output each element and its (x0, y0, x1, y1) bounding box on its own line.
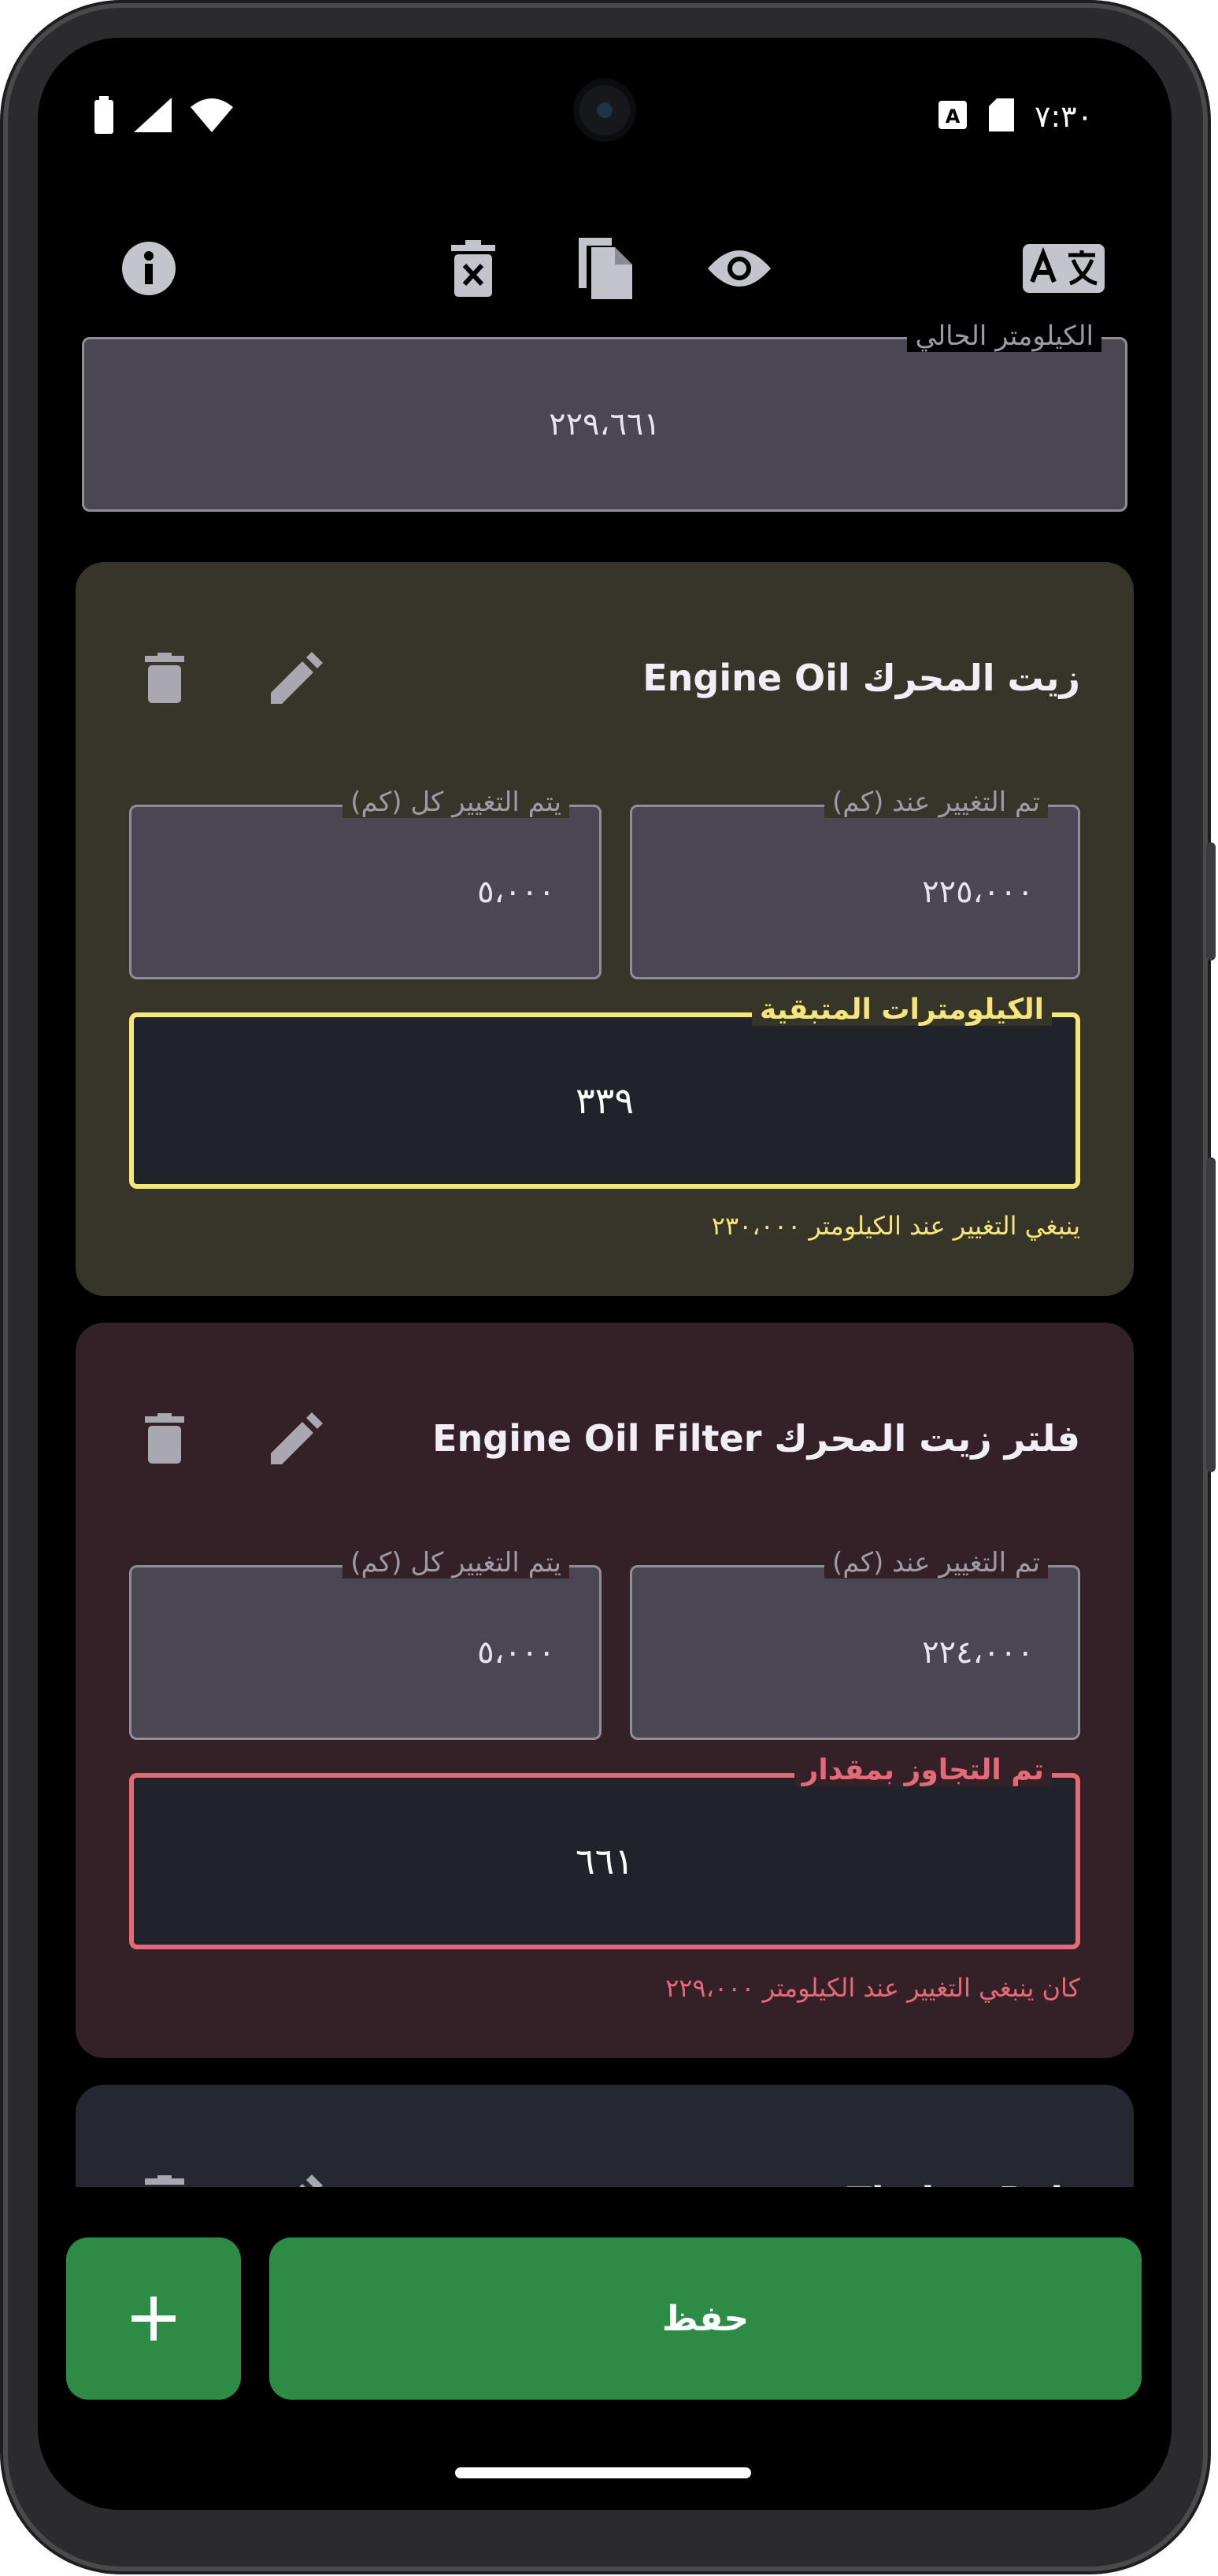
translate-icon (1023, 244, 1105, 293)
edit-item-button[interactable] (261, 1403, 332, 1474)
item-title: Engine Oil زيت المحرك (642, 657, 1080, 699)
battery-icon (93, 96, 115, 137)
info-icon (122, 242, 176, 295)
sd-card-icon (988, 98, 1014, 135)
translate-button[interactable] (1020, 233, 1107, 304)
volume-button (1206, 1157, 1216, 1472)
maintenance-card-engine-oil: Engine Oil زيت المحرك تم التغيير عند (كم… (76, 562, 1134, 1296)
remaining-km-value: ٣٣٩ (575, 1079, 635, 1122)
eye-icon (708, 250, 771, 287)
front-camera (573, 79, 636, 142)
due-note: ينبغي التغيير عند الكيلومتر ٢٣٠،٠٠٠ (711, 1211, 1080, 1241)
preview-button[interactable] (704, 233, 775, 304)
status-icons-left (93, 93, 233, 140)
save-button[interactable]: حفظ (269, 2237, 1142, 2400)
item-title: Timing Belt (846, 2179, 1080, 2187)
wifi-icon (191, 98, 233, 135)
maintenance-card-partial: Timing Belt (76, 2085, 1134, 2187)
copy-icon (579, 238, 632, 299)
delete-all-button[interactable] (438, 233, 509, 304)
interval-field[interactable]: يتم التغيير كل (كم) ٥،٠٠٠ (129, 786, 602, 979)
power-button (1206, 842, 1216, 960)
accessibility-a-icon: A (937, 99, 968, 134)
maintenance-card-engine-oil-filter: Engine Oil Filter فلتر زيت المحرك تم الت… (76, 1323, 1134, 2058)
list-clip: Timing Belt (38, 2085, 1172, 2187)
add-item-button[interactable] (66, 2237, 241, 2400)
item-title: Engine Oil Filter فلتر زيت المحرك (432, 1417, 1080, 1460)
delete-x-icon (451, 240, 495, 297)
pencil-icon (271, 1412, 323, 1464)
current-odometer-field[interactable]: الكيلومتر الحالي ٢٢٩،٦٦١ (82, 320, 1127, 512)
status-icons-right: A ٧:٣٠ (937, 93, 1093, 140)
pencil-icon (271, 652, 323, 704)
edit-item-button[interactable] (261, 642, 332, 713)
copy-button[interactable] (570, 233, 641, 304)
delete-item-button[interactable] (129, 642, 200, 713)
changed-at-value: ٢٢٤،٠٠٠ (922, 1634, 1034, 1671)
status-time: ٧:٣٠ (1034, 99, 1093, 134)
changed-at-field[interactable]: تم التغيير عند (كم) ٢٢٥،٠٠٠ (630, 786, 1080, 979)
plus-icon (131, 2297, 176, 2341)
interval-value: ٥،٠٠٠ (477, 874, 555, 910)
trash-icon (145, 2175, 184, 2185)
trash-icon (145, 1413, 184, 1464)
edit-item-button[interactable] (261, 2165, 332, 2187)
interval-value: ٥،٠٠٠ (477, 1634, 555, 1671)
overdue-km-value: ٦٦١ (575, 1840, 635, 1882)
interval-field[interactable]: يتم التغيير كل (كم) ٥،٠٠٠ (129, 1547, 602, 1740)
pencil-icon (299, 2174, 323, 2187)
info-button[interactable] (113, 233, 184, 304)
overdue-km-field: تم التجاوز بمقدار ٦٦١ (129, 1754, 1080, 1949)
svg-text:A: A (946, 105, 961, 128)
home-indicator[interactable] (455, 2467, 751, 2478)
screen: A ٧:٣٠ الكيلومتر الحالي ٢٢٩،٦٦١ Engine O… (38, 38, 1172, 2510)
current-odometer-value: ٢٢٩،٦٦١ (549, 406, 661, 442)
remaining-km-field: الكيلومترات المتبقية ٣٣٩ (129, 994, 1080, 1189)
delete-item-button[interactable] (129, 1403, 200, 1474)
signal-icon (134, 98, 172, 135)
delete-item-button[interactable] (129, 2165, 200, 2187)
changed-at-value: ٢٢٥،٠٠٠ (922, 874, 1034, 910)
due-note: كان ينبغي التغيير عند الكيلومتر ٢٢٩،٠٠٠ (665, 1973, 1080, 2003)
trash-icon (145, 653, 184, 703)
changed-at-field[interactable]: تم التغيير عند (كم) ٢٢٤،٠٠٠ (630, 1547, 1080, 1740)
